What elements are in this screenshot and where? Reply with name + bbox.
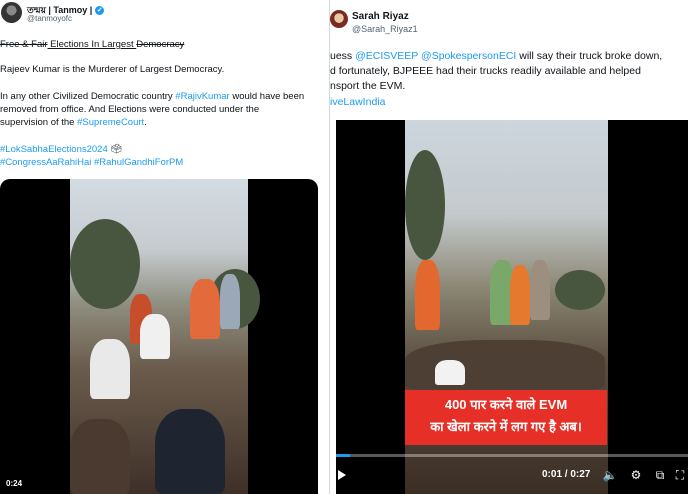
- tweet-line: Rajeev Kumar is the Murderer of Largest …: [0, 64, 225, 75]
- person: [220, 274, 240, 329]
- tweet-line: uess @ECISVEEP @SpokespersonECI will say…: [330, 49, 662, 64]
- tweet-text: uess: [330, 50, 356, 62]
- avatar[interactable]: [1, 2, 22, 23]
- video-caption: 400 पार करने वाले EVM का खेला करने में ल…: [405, 390, 607, 445]
- tweet-text: would have been: [229, 91, 305, 102]
- tweet-text: supervision of the: [0, 117, 78, 128]
- video-player[interactable]: 0:24: [0, 179, 318, 494]
- person: [90, 339, 130, 399]
- hashtag-link[interactable]: #LokSabhaElections2024: [0, 144, 108, 155]
- hashtag-link[interactable]: #SupremeCourt: [77, 117, 144, 128]
- video-player[interactable]: 400 पार करने वाले EVM का खेला करने में ल…: [336, 120, 688, 494]
- person: [415, 260, 440, 330]
- tweet-text: Elections In Largest: [47, 39, 137, 50]
- person: [70, 419, 130, 494]
- author-handle[interactable]: @Sarah_Riyaz1: [352, 24, 418, 34]
- tree: [555, 270, 605, 310]
- tweet-text: In any other Civilized Democratic countr…: [0, 91, 176, 102]
- author-handle[interactable]: @tanmoyofc: [27, 14, 72, 23]
- tree: [70, 219, 140, 309]
- person: [530, 260, 550, 320]
- strikethrough-text: Democracy: [136, 39, 185, 50]
- mention-link[interactable]: iveLawIndia: [330, 95, 385, 110]
- video-progress-bar[interactable]: [336, 454, 688, 457]
- picture-in-picture-icon[interactable]: ⧉: [652, 467, 668, 483]
- tweet-line: #CongressAaRahiHai #RahulGandhiForPM: [0, 156, 326, 169]
- tweet-text: .: [144, 117, 147, 128]
- mention-link[interactable]: @ECISVEEP: [355, 50, 418, 62]
- avatar[interactable]: [330, 10, 348, 28]
- mention-link[interactable]: @SpokespersonECI: [421, 50, 516, 62]
- person: [155, 409, 225, 494]
- video-frame: [70, 179, 260, 494]
- hashtag-link[interactable]: #CongressAaRahiHai: [0, 157, 91, 168]
- tweet-line: supervision of the #SupremeCourt.: [0, 116, 326, 129]
- video-progress-fill: [336, 454, 351, 457]
- settings-icon[interactable]: ⚙: [628, 467, 644, 483]
- person: [140, 314, 170, 359]
- play-icon[interactable]: [338, 470, 346, 480]
- verified-badge-icon: ✓: [95, 6, 105, 15]
- tweet-text: will say their truck broke down,: [516, 50, 663, 62]
- tweet-line: d fortunately, BJPEEE had their trucks r…: [330, 65, 641, 77]
- video-timecode: 0:01 / 0:27: [542, 469, 591, 480]
- author-name[interactable]: Sarah Riyaz: [352, 11, 409, 22]
- video-controls: 0:01 / 0:27 🔈 ⚙ ⧉ ⛶: [336, 460, 688, 494]
- person: [435, 360, 465, 385]
- volume-icon[interactable]: 🔈: [602, 467, 618, 483]
- hashtag-link[interactable]: #RahulGandhiForPM: [94, 157, 183, 168]
- tweet-line: Free & Fair Elections In Largest Democra…: [0, 38, 326, 51]
- tweet-line: In any other Civilized Democratic countr…: [0, 90, 326, 103]
- ballot-box-icon: 🗳: [110, 144, 123, 155]
- strikethrough-text: Free & Fair: [0, 39, 48, 50]
- tweet-line: removed from office. And Elections were …: [0, 104, 260, 115]
- tree: [405, 150, 445, 260]
- video-timestamp: 0:24: [6, 479, 23, 488]
- right-tweet: Sarah Riyaz @Sarah_Riyaz1 uess @ECISVEEP…: [330, 0, 688, 494]
- person: [190, 279, 220, 339]
- tweet-line: #LokSabhaElections2024 🗳: [0, 143, 326, 156]
- caption-line: का खेला करने में लग गए है अब।: [430, 419, 582, 434]
- hashtag-link[interactable]: #RajivKumar: [175, 91, 229, 102]
- caption-line: 400 पार करने वाले EVM: [444, 397, 568, 412]
- fullscreen-icon[interactable]: ⛶: [672, 467, 688, 483]
- tweet-line: nsport the EVM.: [330, 80, 406, 92]
- person: [510, 265, 530, 325]
- left-tweet: তন্ময় | Tanmoy | ✓ @tanmoyofc Free & Fa…: [0, 0, 329, 494]
